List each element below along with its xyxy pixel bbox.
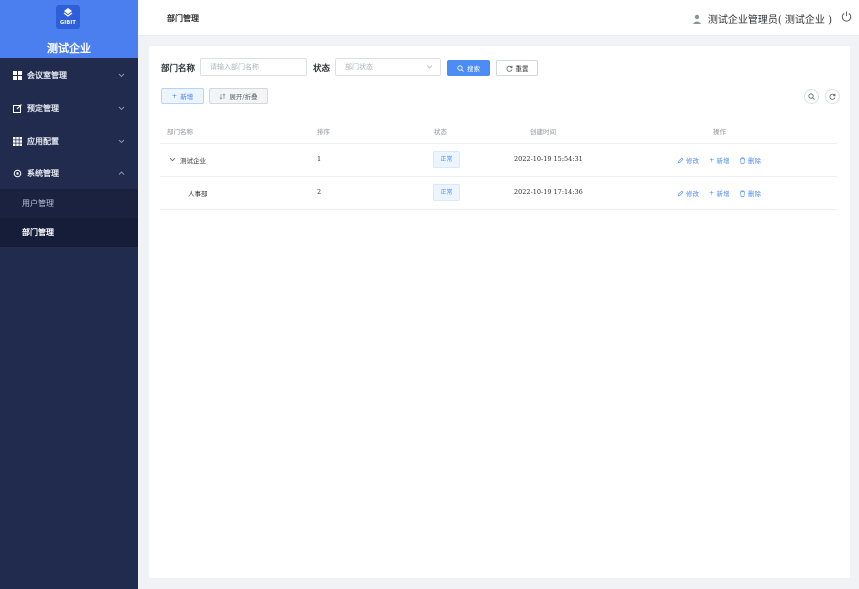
- plus-icon: +: [171, 92, 178, 100]
- status-badge: 正常: [433, 151, 460, 168]
- logo-text: GIBIT: [59, 20, 77, 26]
- chevron-down-icon[interactable]: [169, 156, 176, 163]
- company-logo: GIBIT: [56, 5, 80, 29]
- sidebar-item-reservations[interactable]: 预定管理: [0, 92, 138, 125]
- sidebar-item-label: 预定管理: [27, 103, 59, 113]
- apps-icon: [13, 137, 22, 146]
- col-header-order: 排序: [317, 128, 330, 136]
- delete-link[interactable]: 删除: [739, 188, 761, 198]
- edit-icon: [677, 190, 684, 196]
- add-child-link[interactable]: + 新增: [709, 188, 729, 198]
- plus-icon: +: [709, 189, 715, 197]
- trash-icon: [740, 157, 745, 164]
- status-select[interactable]: 部门状态: [335, 58, 441, 76]
- col-header-actions: 操作: [713, 128, 726, 136]
- delete-link[interactable]: 删除: [739, 155, 761, 165]
- dept-name: 测试企业: [180, 157, 206, 165]
- sidebar-item-meeting-rooms[interactable]: 会议室管理: [0, 59, 138, 92]
- brand-header: GIBIT 测试企业: [0, 0, 138, 58]
- sort-icon: [219, 93, 226, 99]
- table-divider: [160, 209, 837, 210]
- power-icon[interactable]: [841, 11, 852, 22]
- sidebar-item-system[interactable]: 系统管理: [0, 157, 138, 190]
- edit-link-label: 修改: [686, 190, 699, 198]
- user-menu[interactable]: 测试企业管理员( 测试企业 ): [692, 11, 832, 26]
- add-button[interactable]: + 新增: [161, 88, 204, 104]
- main-card: 部门名称 请输入部门名称 状态 部门状态 搜索 重置 + 新增 展开/折叠 部门…: [149, 46, 850, 578]
- search-button-label: 搜索: [467, 65, 480, 73]
- edit-link[interactable]: 修改: [677, 155, 699, 165]
- col-header-created: 创建时间: [530, 128, 556, 136]
- table-divider: [160, 143, 837, 144]
- dept-order: 1: [317, 155, 322, 163]
- search-icon: [808, 93, 815, 100]
- reset-button[interactable]: 重置: [496, 60, 538, 76]
- col-header-name: 部门名称: [167, 128, 193, 136]
- plus-icon: +: [709, 156, 715, 164]
- edit-icon: [13, 104, 22, 113]
- refresh-icon: [829, 93, 836, 100]
- edit-icon: [677, 157, 684, 163]
- dept-name-input[interactable]: 请输入部门名称: [200, 58, 307, 76]
- dept-order: 2: [317, 188, 322, 196]
- add-child-link[interactable]: + 新增: [709, 155, 729, 165]
- add-button-label: 新增: [180, 93, 194, 101]
- chevron-up-icon: [118, 171, 125, 175]
- reset-button-label: 重置: [515, 65, 529, 73]
- sidebar-item-label: 会议室管理: [27, 70, 67, 80]
- delete-link-label: 删除: [748, 190, 761, 198]
- add-link-label: 新增: [716, 190, 730, 198]
- edit-link-label: 修改: [686, 157, 699, 165]
- expand-collapse-button[interactable]: 展开/折叠: [209, 88, 268, 104]
- status-label: 状态: [313, 64, 331, 74]
- sidebar-item-app-config[interactable]: 应用配置: [0, 125, 138, 158]
- dept-name-label: 部门名称: [161, 64, 196, 74]
- status-placeholder: 部门状态: [345, 63, 373, 71]
- sidebar-subitem-departments[interactable]: 部门管理: [0, 218, 138, 247]
- search-button[interactable]: 搜索: [447, 60, 490, 76]
- chevron-down-icon: [118, 106, 125, 111]
- expand-button-label: 展开/折叠: [229, 93, 258, 101]
- table-divider: [160, 176, 837, 177]
- chevron-down-icon: [118, 139, 125, 144]
- edit-link[interactable]: 修改: [677, 188, 699, 198]
- trash-icon: [740, 190, 745, 197]
- search-icon: [457, 64, 464, 72]
- status-badge: 正常: [433, 184, 460, 201]
- refresh-icon: [506, 65, 512, 72]
- user-icon: [692, 14, 702, 24]
- grid-icon: [13, 71, 22, 80]
- add-link-label: 新增: [716, 157, 730, 165]
- col-header-status: 状态: [434, 128, 447, 136]
- sidebar-subitem-users[interactable]: 用户管理: [0, 189, 138, 218]
- gear-icon: [13, 169, 22, 178]
- user-name: 测试企业管理员( 测试企业 ): [707, 15, 832, 26]
- delete-link-label: 删除: [748, 157, 761, 165]
- company-name: 测试企业: [47, 42, 91, 55]
- breadcrumb: 部门管理: [167, 13, 199, 23]
- toggle-search-button[interactable]: [804, 89, 819, 104]
- chevron-down-icon: [118, 73, 125, 78]
- top-header: 部门管理 测试企业管理员( 测试企业 ): [138, 0, 859, 36]
- sidebar: GIBIT 测试企业 会议室管理 预定管理 应用配置 系统管理 用户管理 部门管…: [0, 0, 138, 589]
- refresh-button[interactable]: [825, 89, 840, 104]
- created-time: 2022-10-19 15:54:31: [514, 155, 583, 163]
- created-time: 2022-10-19 17:14:36: [514, 188, 583, 196]
- chevron-down-icon: [426, 65, 433, 69]
- dept-name: 人事部: [188, 190, 208, 198]
- sidebar-item-label: 系统管理: [27, 168, 59, 178]
- sidebar-item-label: 应用配置: [27, 136, 59, 146]
